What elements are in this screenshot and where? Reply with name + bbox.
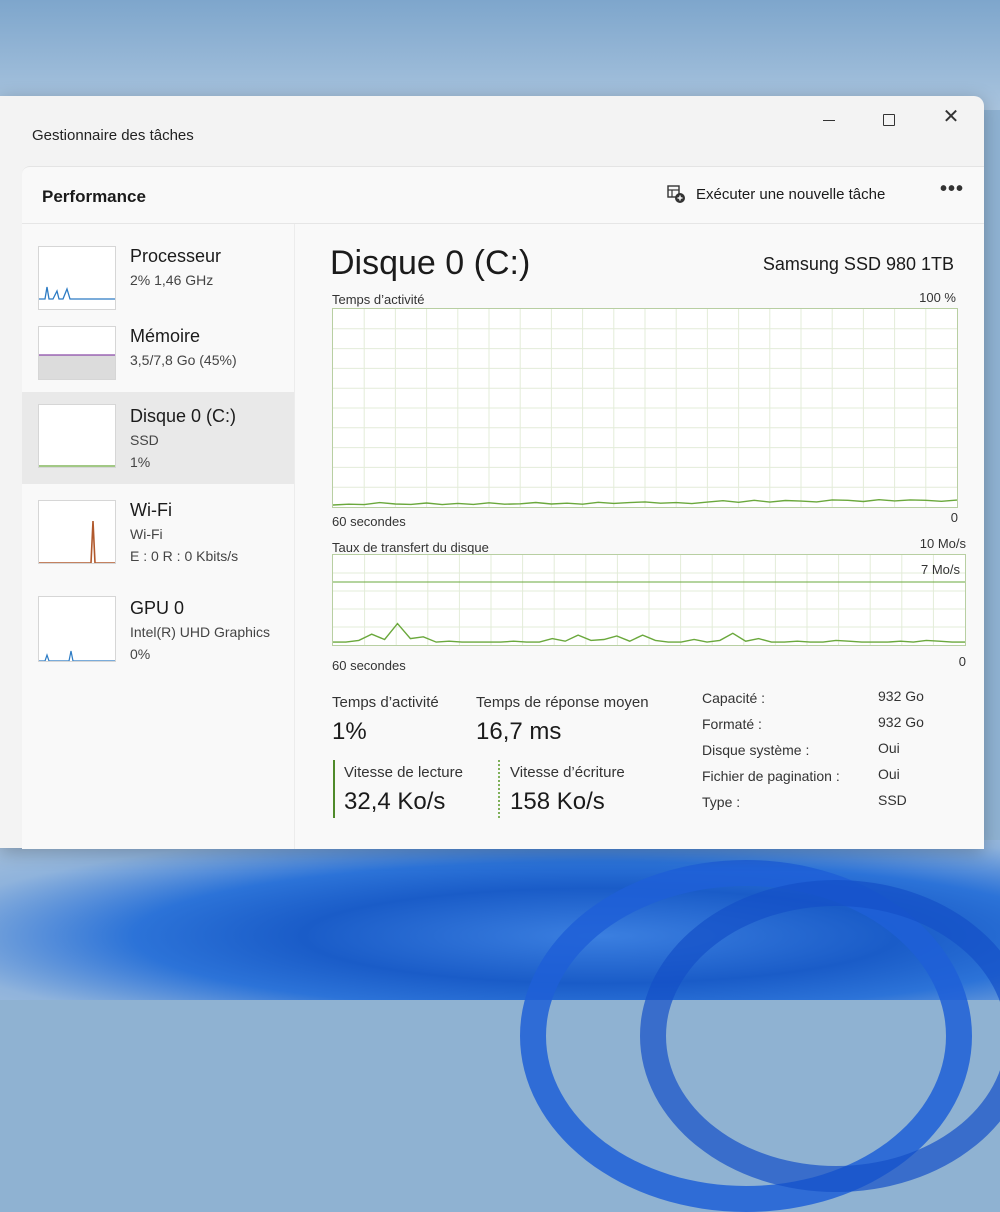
sidebar-item-disk-0[interactable]: Disque 0 (C:) SSD 1% <box>22 392 294 484</box>
transfer-graph <box>332 554 966 646</box>
sidebar-item-label: Disque 0 (C:) <box>130 406 237 426</box>
window-title: Gestionnaire des tâches <box>32 127 194 144</box>
desktop-background-top <box>0 0 1000 110</box>
processor-sparkline <box>39 286 115 300</box>
disk-model: Samsung SSD 980 1TB <box>762 254 954 274</box>
sidebar-item-label: Wi-Fi <box>130 500 172 520</box>
read-speed-label: Vitesse de lecture <box>344 764 463 781</box>
property-page-file-label: Fichier de pagination : <box>702 768 840 784</box>
title-bar[interactable]: Gestionnaire des tâches ✕ <box>0 96 984 162</box>
sidebar-item-detail: 2% 1,46 GHz <box>130 272 214 288</box>
activity-graph-label: Temps d’activité <box>332 292 425 307</box>
activity-time-label: Temps d’activité <box>332 694 439 711</box>
task-manager-window: Gestionnaire des tâches ✕ Performance Ex… <box>0 96 984 849</box>
transfer-graph-time: 60 secondes <box>332 658 406 673</box>
sidebar-item-detail: 3,5/7,8 Go (45%) <box>130 352 237 368</box>
wifi-sparkline <box>39 520 115 563</box>
response-time-label: Temps de réponse moyen <box>476 694 649 711</box>
maximize-button[interactable] <box>866 102 912 136</box>
write-speed-indicator <box>498 760 500 818</box>
performance-panel: Performance Exécuter une nouvelle tâche … <box>22 166 984 849</box>
memory-fill <box>39 354 115 379</box>
minimize-button[interactable] <box>806 102 852 136</box>
activity-graph <box>332 308 958 508</box>
read-speed-value: 32,4 Ko/s <box>344 788 446 815</box>
minimize-icon <box>823 120 835 121</box>
transfer-graph-max: 10 Mo/s <box>919 536 966 551</box>
gpu-sparkline <box>39 650 115 661</box>
disk-detail-pane: Disque 0 (C:) Samsung SSD 980 1TB Temps … <box>316 224 976 849</box>
sidebar-item-detail: Intel(R) UHD Graphics <box>130 624 271 640</box>
close-button[interactable]: ✕ <box>928 102 974 136</box>
activity-graph-plot <box>333 309 957 507</box>
maximize-icon <box>883 114 895 126</box>
transfer-graph-label: Taux de transfert du disque <box>332 540 489 555</box>
property-page-file-value: Oui <box>878 766 900 782</box>
property-formatted-label: Formaté : <box>702 716 762 732</box>
sidebar-item-label: Mémoire <box>130 326 201 346</box>
panel-header: Performance Exécuter une nouvelle tâche … <box>22 167 984 224</box>
sidebar-item-gpu-0[interactable]: GPU 0 Intel(R) UHD Graphics 0% <box>22 586 294 678</box>
sidebar-item-label: GPU 0 <box>130 598 185 618</box>
disk-mini-graph <box>38 404 116 468</box>
sidebar-item-label: Processeur <box>130 246 222 266</box>
sidebar-item-detail: Wi-Fi <box>130 526 163 542</box>
response-time-value: 16,7 ms <box>476 718 562 745</box>
wifi-mini-graph <box>38 500 116 564</box>
sidebar-item-wifi[interactable]: Wi-Fi Wi-Fi E : 0 R : 0 Kbits/s <box>22 490 294 582</box>
sidebar-item-usage: 0% <box>130 646 151 662</box>
processor-mini-graph <box>38 246 116 310</box>
property-type-value: SSD <box>878 792 907 808</box>
sidebar-item-usage: 1% <box>130 454 151 470</box>
transfer-reference-label: 7 Mo/s <box>920 562 960 577</box>
more-options-button[interactable]: ••• <box>936 177 968 207</box>
activity-graph-min: 0 <box>950 510 958 525</box>
run-task-icon <box>667 185 685 203</box>
page-title: Performance <box>42 187 146 206</box>
property-system-disk-label: Disque système : <box>702 742 810 758</box>
disk-title: Disque 0 (C:) <box>330 244 531 282</box>
activity-time-value: 1% <box>332 718 367 745</box>
sidebar-item-throughput: E : 0 R : 0 Kbits/s <box>130 548 239 564</box>
write-speed-label: Vitesse d’écriture <box>510 764 625 781</box>
activity-graph-max: 100 % <box>919 290 956 305</box>
write-speed-value: 158 Ko/s <box>510 788 605 815</box>
sidebar-item-processor[interactable]: Processeur 2% 1,46 GHz <box>22 238 294 326</box>
activity-graph-time: 60 secondes <box>332 514 406 529</box>
desktop-wallpaper <box>0 840 1000 1212</box>
run-task-label: Exécuter une nouvelle tâche <box>696 185 886 203</box>
property-type-label: Type : <box>702 794 741 810</box>
property-capacity-label: Capacité : <box>702 690 766 706</box>
property-formatted-value: 932 Go <box>878 714 924 730</box>
close-icon: ✕ <box>942 106 960 128</box>
property-system-disk-value: Oui <box>878 740 900 756</box>
disk-sparkline <box>39 465 115 467</box>
memory-mini-graph <box>38 326 116 380</box>
run-new-task-button[interactable]: Exécuter une nouvelle tâche <box>666 179 885 209</box>
transfer-graph-min: 0 <box>958 654 966 669</box>
gpu-mini-graph <box>38 596 116 662</box>
transfer-graph-plot <box>333 555 965 645</box>
sidebar-item-type: SSD <box>130 432 159 448</box>
property-capacity-value: 932 Go <box>878 688 924 704</box>
read-speed-indicator <box>333 760 335 818</box>
resource-sidebar: Processeur 2% 1,46 GHz Mémoire 3,5/7,8 G… <box>22 224 295 849</box>
